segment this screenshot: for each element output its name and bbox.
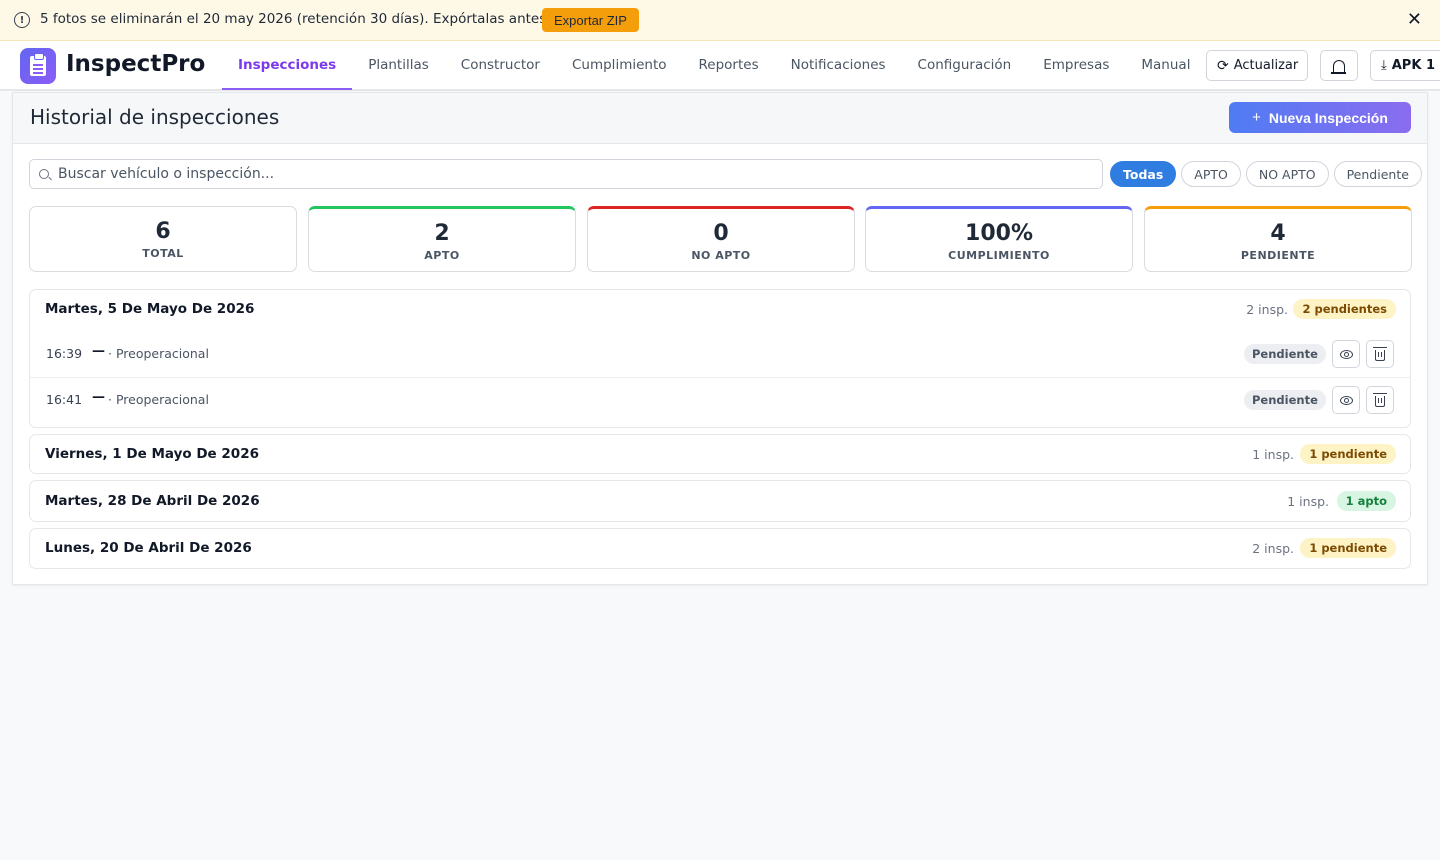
status-filters: Todas APTO NO APTO Pendiente bbox=[1110, 161, 1422, 187]
new-inspection-button[interactable]: + Nueva Inspección bbox=[1229, 102, 1411, 133]
row-type: · Preoperacional bbox=[108, 392, 209, 407]
clipboard-logo-icon bbox=[20, 48, 56, 84]
tab-notificaciones[interactable]: Notificaciones bbox=[775, 41, 902, 89]
card-header: Historial de inspecciones + Nueva Inspec… bbox=[13, 93, 1427, 144]
page-title: Historial de inspecciones bbox=[30, 105, 280, 129]
stat-label: APTO bbox=[424, 249, 460, 262]
search-icon bbox=[39, 169, 49, 179]
table-row: 16:41 — · Preoperacional Pendiente bbox=[30, 377, 1410, 422]
bell-icon bbox=[1331, 59, 1346, 74]
refresh-label: Actualizar bbox=[1233, 58, 1299, 73]
stat-card-apto: 2 APTO bbox=[308, 206, 576, 272]
search-input[interactable] bbox=[58, 160, 1098, 188]
group-date: Viernes, 1 De Mayo De 2026 bbox=[45, 446, 259, 462]
row-time: 16:39 bbox=[46, 346, 83, 361]
status-badge: Pendiente bbox=[1244, 344, 1326, 364]
new-inspection-label: Nueva Inspección bbox=[1268, 109, 1388, 126]
stat-card-cumplimiento: 100% CUMPLIMIENTO bbox=[865, 206, 1133, 272]
group-count: 2 insp. bbox=[1252, 541, 1294, 556]
tab-configuracion[interactable]: Configuración bbox=[902, 41, 1028, 89]
tab-inspecciones[interactable]: Inspecciones bbox=[222, 41, 353, 90]
view-button[interactable] bbox=[1332, 386, 1360, 414]
row-vehicle: — bbox=[92, 390, 105, 405]
refresh-button[interactable]: ⟳ Actualizar bbox=[1206, 50, 1308, 81]
banner-message: 5 fotos se eliminarán el 20 may 2026 (re… bbox=[40, 11, 551, 27]
plus-icon: + bbox=[1252, 109, 1261, 126]
tab-empresas[interactable]: Empresas bbox=[1027, 41, 1125, 89]
row-vehicle: — bbox=[92, 344, 105, 359]
stat-card-total: 6 TOTAL bbox=[29, 206, 297, 272]
eye-icon bbox=[1339, 395, 1353, 405]
group-date: Martes, 5 De Mayo De 2026 bbox=[45, 301, 255, 317]
date-group[interactable]: Lunes, 20 De Abril De 2026 2 insp. 1 pen… bbox=[29, 528, 1411, 569]
close-icon[interactable]: ✕ bbox=[1407, 11, 1422, 29]
group-date: Martes, 28 De Abril De 2026 bbox=[45, 493, 260, 509]
eye-icon bbox=[1339, 349, 1353, 359]
row-type: · Preoperacional bbox=[108, 346, 209, 361]
stat-value: 100% bbox=[965, 221, 1033, 246]
tab-cumplimiento[interactable]: Cumplimiento bbox=[556, 41, 683, 89]
date-group[interactable]: Martes, 28 De Abril De 2026 1 insp. 1 ap… bbox=[29, 480, 1411, 522]
tab-constructor[interactable]: Constructor bbox=[445, 41, 556, 89]
stat-card-no-apto: 0 NO APTO bbox=[587, 206, 855, 272]
alert-circle-icon: ! bbox=[14, 12, 30, 28]
filter-no-apto[interactable]: NO APTO bbox=[1245, 161, 1329, 187]
trash-icon bbox=[1373, 392, 1387, 407]
retention-banner: ! 5 fotos se eliminarán el 20 may 2026 (… bbox=[0, 0, 1440, 41]
table-row: 16:39 — · Preoperacional Pendiente bbox=[30, 332, 1410, 377]
group-count: 1 insp. bbox=[1252, 447, 1294, 462]
stat-value: 4 bbox=[1270, 221, 1286, 246]
brand-name: InspectPro bbox=[66, 51, 206, 77]
export-zip-button[interactable]: Exportar ZIP bbox=[542, 8, 639, 32]
group-count: 2 insp. bbox=[1246, 302, 1288, 317]
group-status-badge: 1 apto bbox=[1336, 491, 1396, 511]
stat-label: NO APTO bbox=[691, 249, 751, 262]
notifications-button[interactable] bbox=[1320, 50, 1358, 81]
delete-button[interactable] bbox=[1366, 340, 1394, 368]
stat-value: 0 bbox=[713, 221, 729, 246]
group-date: Lunes, 20 De Abril De 2026 bbox=[45, 540, 252, 556]
nav-tabs: Inspecciones Plantillas Constructor Cump… bbox=[222, 41, 1206, 90]
tab-plantillas[interactable]: Plantillas bbox=[352, 41, 445, 89]
group-status-badge: 2 pendientes bbox=[1293, 299, 1396, 319]
filter-pendiente[interactable]: Pendiente bbox=[1333, 161, 1422, 187]
download-icon: ⤓ bbox=[1381, 58, 1387, 73]
tab-manual[interactable]: Manual bbox=[1125, 41, 1206, 89]
stat-label: TOTAL bbox=[142, 247, 184, 260]
stat-value: 2 bbox=[434, 221, 450, 246]
view-button[interactable] bbox=[1332, 340, 1360, 368]
trash-icon bbox=[1373, 346, 1387, 361]
date-group-expanded[interactable]: Martes, 5 De Mayo De 2026 2 insp. 2 pend… bbox=[29, 289, 1411, 428]
inspection-history-card: Historial de inspecciones + Nueva Inspec… bbox=[12, 92, 1428, 585]
row-time: 16:41 bbox=[46, 392, 83, 407]
stat-label: PENDIENTE bbox=[1240, 249, 1316, 262]
apk-download-button[interactable]: ⤓ APK 1 bbox=[1370, 50, 1440, 81]
filter-todas[interactable]: Todas bbox=[1110, 161, 1177, 187]
stat-label: CUMPLIMIENTO bbox=[948, 249, 1050, 262]
stat-card-pendiente: 4 PENDIENTE bbox=[1144, 206, 1412, 272]
top-nav: InspectPro Inspecciones Plantillas Const… bbox=[0, 41, 1440, 91]
delete-button[interactable] bbox=[1366, 386, 1394, 414]
group-count: 1 insp. bbox=[1287, 494, 1329, 509]
tab-reportes[interactable]: Reportes bbox=[683, 41, 775, 89]
group-status-badge: 1 pendiente bbox=[1300, 538, 1396, 558]
refresh-icon: ⟳ bbox=[1217, 57, 1229, 74]
status-badge: Pendiente bbox=[1244, 390, 1326, 410]
search-box bbox=[29, 159, 1103, 189]
stat-value: 6 bbox=[155, 219, 171, 244]
filter-apto[interactable]: APTO bbox=[1181, 161, 1241, 187]
apk-label: APK 1 bbox=[1391, 58, 1435, 73]
group-status-badge: 1 pendiente bbox=[1300, 444, 1396, 464]
date-group[interactable]: Viernes, 1 De Mayo De 2026 1 insp. 1 pen… bbox=[29, 434, 1411, 474]
